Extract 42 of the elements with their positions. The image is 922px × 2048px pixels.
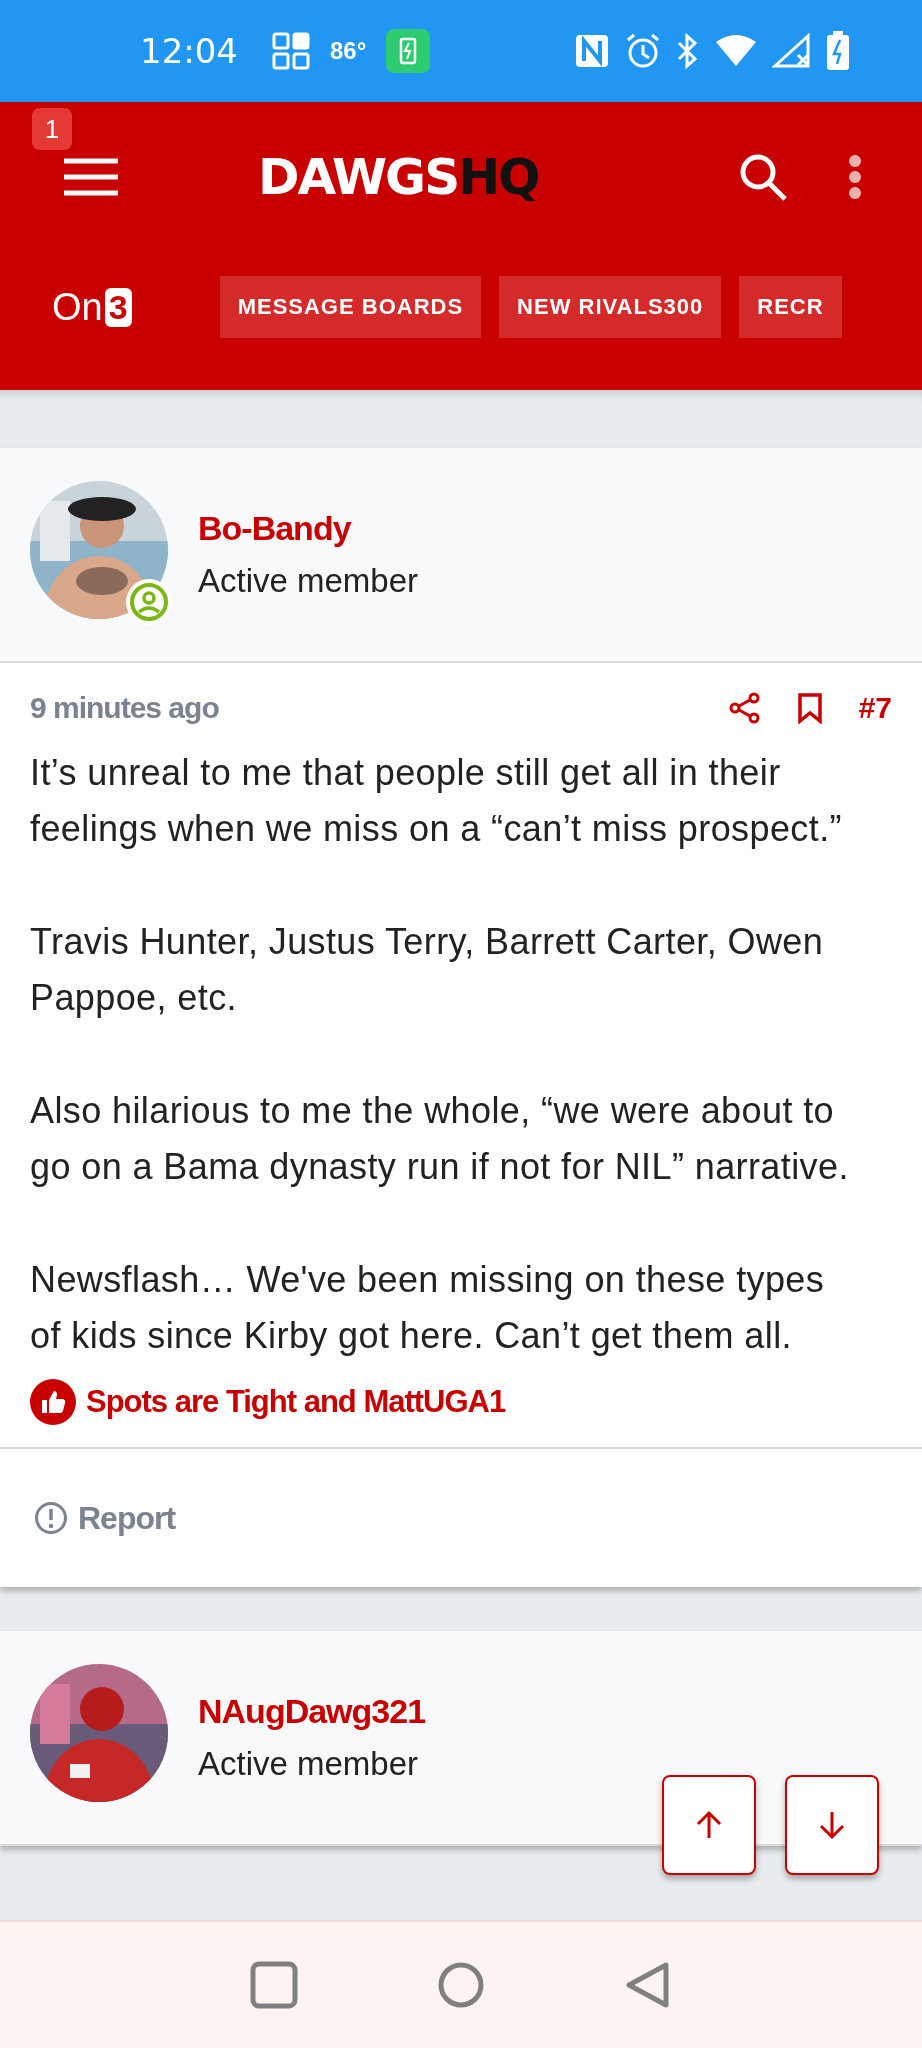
recents-button[interactable] bbox=[249, 1961, 298, 2009]
alert-icon bbox=[34, 1501, 68, 1535]
post-number[interactable]: #7 bbox=[858, 691, 892, 725]
wifi-icon bbox=[714, 34, 758, 68]
post-paragraph: Also hilarious to me the whole, “we were about to go on a Bama dynasty run if not for NIL” narrative. bbox=[30, 1089, 850, 1189]
post-paragraph: Newsflash… We've been missing on these types of kids since Kirby got here. Can’t get them all. bbox=[30, 1258, 826, 1358]
member-role: Active member bbox=[198, 1745, 420, 1783]
notification-badge: 1 bbox=[32, 108, 72, 150]
alarm-icon bbox=[624, 32, 662, 70]
author-name[interactable]: Bo-Bandy bbox=[198, 509, 419, 548]
reactions-link[interactable]: Spots are Tight and MattUGA1 bbox=[86, 1384, 506, 1420]
site-logo[interactable]: DAWGSHQ bbox=[258, 148, 539, 206]
arrow-up-icon bbox=[694, 1810, 724, 1840]
scroll-down-button[interactable] bbox=[785, 1775, 879, 1875]
nav-link[interactable]: MESSAGE BOARDS bbox=[219, 276, 482, 338]
nfc-icon bbox=[574, 33, 610, 69]
arrow-down-icon bbox=[817, 1810, 847, 1840]
share-icon[interactable] bbox=[728, 692, 761, 724]
home-button[interactable] bbox=[437, 1961, 485, 2009]
brand-logo[interactable]: On 3 bbox=[52, 285, 132, 329]
signal-icon bbox=[772, 33, 812, 69]
bluetooth-icon bbox=[676, 33, 700, 69]
scroll-up-button[interactable] bbox=[662, 1775, 756, 1875]
member-role: Active member bbox=[198, 562, 419, 600]
report-label: Report bbox=[78, 1499, 176, 1537]
battery-saver-icon bbox=[386, 29, 431, 73]
clock: 12:04 bbox=[140, 31, 238, 71]
nav-link[interactable]: NEW RIVALS300 bbox=[499, 276, 722, 338]
temperature: 86° bbox=[330, 37, 367, 65]
battery-icon bbox=[826, 31, 850, 71]
bookmark-icon[interactable] bbox=[796, 692, 823, 724]
nav-link[interactable]: RECR bbox=[739, 276, 842, 338]
report-link[interactable]: Report bbox=[34, 1499, 176, 1537]
more-icon[interactable] bbox=[848, 154, 862, 200]
menu-icon[interactable] bbox=[64, 157, 118, 197]
widgets-icon bbox=[272, 32, 310, 70]
post-paragraph: Travis Hunter, Justus Terry, Barrett Carter, Owen Pappoe, etc. bbox=[30, 920, 825, 1020]
author-name[interactable]: NAugDawg321 bbox=[198, 1692, 426, 1731]
post-paragraph: It’s unreal to me that people still get all in their feelings when we miss on a “can’t miss prospect.” bbox=[30, 751, 843, 851]
search-icon[interactable] bbox=[738, 152, 788, 202]
like-icon bbox=[30, 1379, 76, 1425]
post-time[interactable]: 9 minutes ago bbox=[30, 691, 219, 725]
